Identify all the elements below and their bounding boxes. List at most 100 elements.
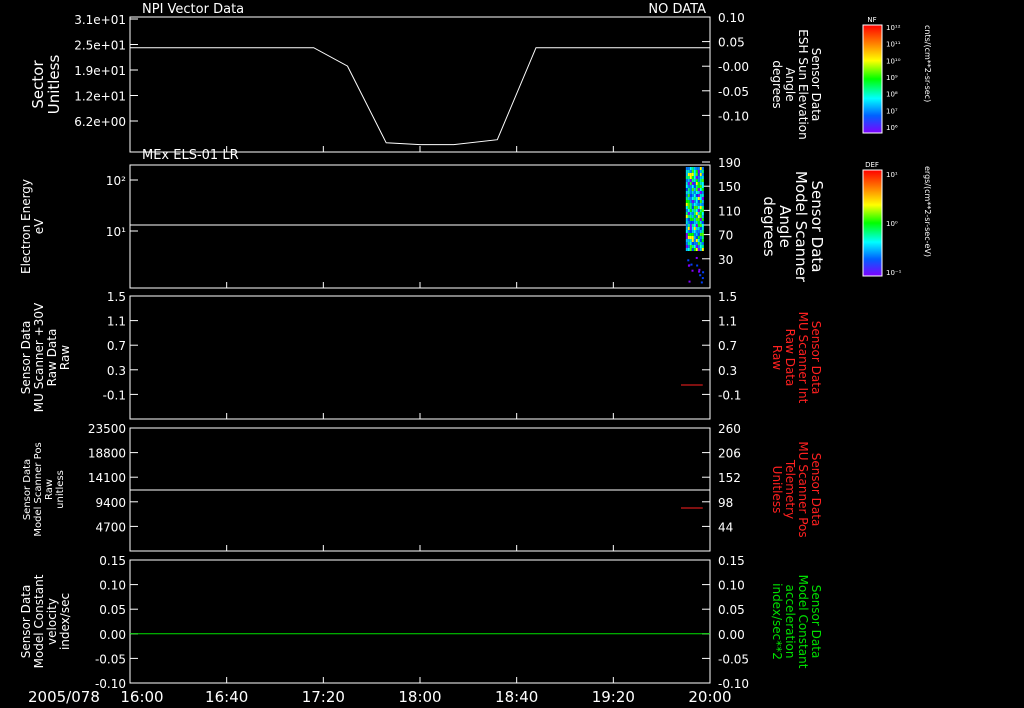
spectrogram-cell (687, 194, 690, 197)
spectrogram-cell (691, 167, 694, 170)
spectrogram-cell (701, 212, 704, 215)
panel2-frame (129, 164, 711, 289)
spectrogram-cell (685, 188, 688, 191)
date-label: 2005/078 (28, 688, 100, 706)
spectrogram-cell (687, 179, 690, 182)
panel4-right-tick: 152 (718, 471, 741, 485)
spectrogram-cell (695, 242, 698, 245)
colorbar-def (862, 169, 883, 277)
spectrogram-cell (693, 203, 696, 206)
spectrogram-cell (701, 197, 704, 200)
spectrogram-cell (701, 200, 704, 203)
colorbar-nf-units: cnts/(cm**2-sr-sec) (923, 25, 932, 102)
spectrogram-cell (699, 179, 702, 182)
spectrogram-cell (697, 212, 700, 215)
spectrogram-cell (697, 191, 700, 194)
spectrogram-cell (699, 176, 702, 179)
spectrogram-cell (695, 200, 698, 203)
panel5-left-tick: 0.05 (99, 603, 126, 617)
spectrogram-cell (687, 248, 690, 251)
spectrogram-cell (688, 264, 691, 267)
spectrogram-cell (693, 173, 696, 176)
spectrogram-cell (693, 224, 696, 227)
spectrogram-cell (693, 227, 696, 230)
spectrogram-cell (689, 212, 692, 215)
spectrogram-cell (701, 182, 704, 185)
spectrogram-cell (691, 170, 694, 173)
panel5-left-label: Model Constant (32, 574, 46, 668)
spectrogram-cell (701, 233, 704, 236)
spectrogram-cell (689, 239, 692, 242)
colorbar-tick: 10¹² (886, 24, 901, 32)
panel5-left-label: index/sec (58, 593, 72, 650)
spectrogram-cell (702, 271, 705, 274)
spectrogram-cell (697, 215, 700, 218)
spectrogram-cell (701, 277, 704, 280)
panel3-left-label: MU Scanner +30V (32, 302, 46, 412)
spectrogram-cell (697, 170, 700, 173)
spectrogram-cell (687, 191, 690, 194)
spectrogram-cell (701, 191, 704, 194)
spectrogram-cell (695, 179, 698, 182)
spectrogram-cell (695, 212, 698, 215)
plot-canvas: NPI Vector Data NO DATA MEx ELS-01 LR 3.… (19, 2, 932, 706)
spectrogram-cell (685, 218, 688, 221)
spectrogram-cell (689, 230, 692, 233)
spectrogram-cell (701, 221, 704, 224)
spectrogram-cell (688, 280, 691, 283)
spectrogram-cell (699, 239, 702, 242)
spectrogram-cell (698, 268, 701, 271)
spectrogram-cell (687, 224, 690, 227)
panel4-left-tick: 14100 (88, 471, 126, 485)
spectrogram-cell (699, 191, 702, 194)
spectrogram-cell (687, 206, 690, 209)
spectrogram-cell (695, 194, 698, 197)
panel5-right-tick: -0.05 (718, 652, 749, 666)
spectrogram-cell (687, 176, 690, 179)
spectrogram-cell (695, 185, 698, 188)
spectrogram-cell (685, 227, 688, 230)
spectrogram-cell (689, 173, 692, 176)
spectrogram-cell (685, 182, 688, 185)
panel4-left-tick: 9400 (95, 496, 126, 510)
spectrogram-cell (695, 203, 698, 206)
panel3-left-label: Raw Data (45, 329, 59, 387)
panel1-left-tick: 6.2e+00 (74, 115, 126, 129)
spectrogram-cell (689, 182, 692, 185)
spectrogram-cell (695, 221, 698, 224)
panel2-right-label: degrees (760, 196, 778, 257)
panel5-left-tick: 0.00 (99, 628, 126, 642)
spectrogram-cell (691, 191, 694, 194)
panel3-left-tick: 0.7 (107, 339, 126, 353)
time-tick-label: 17:20 (302, 688, 345, 706)
spectrogram-cell (697, 236, 700, 239)
spectrogram-cell (693, 200, 696, 203)
spectrogram-cell (685, 167, 688, 170)
spectrogram-cell (695, 230, 698, 233)
spectrogram-cell (690, 263, 693, 266)
panel3-right-tick: 1.5 (718, 290, 737, 304)
spectrogram-cell (701, 242, 704, 245)
spectrogram-cell (689, 245, 692, 248)
spectrogram-cell (697, 248, 700, 251)
panel5-right-label: acceleration (783, 585, 797, 659)
panel3-right-label: Raw (770, 345, 784, 370)
panel3-right-label: Sensor Data (809, 321, 823, 395)
spectrogram-cell (689, 227, 692, 230)
spectrogram-cell (699, 209, 702, 212)
spectrogram-cell (695, 245, 698, 248)
spectrogram-cell (687, 170, 690, 173)
spectrogram-cell (685, 233, 688, 236)
spectrogram-cell (701, 173, 704, 176)
spectrogram-cell (699, 194, 702, 197)
spectrogram-cell (691, 176, 694, 179)
spectrogram-cell (689, 176, 692, 179)
spectrogram-cell (693, 179, 696, 182)
panel4-left-tick: 4700 (95, 520, 126, 534)
spectrogram-cell (701, 179, 704, 182)
panel5-right-tick: 0.15 (718, 554, 745, 568)
spectrogram-cell (691, 269, 694, 272)
spectrogram-cell (693, 191, 696, 194)
spectrogram-cell (687, 218, 690, 221)
spectrogram-cell (695, 188, 698, 191)
